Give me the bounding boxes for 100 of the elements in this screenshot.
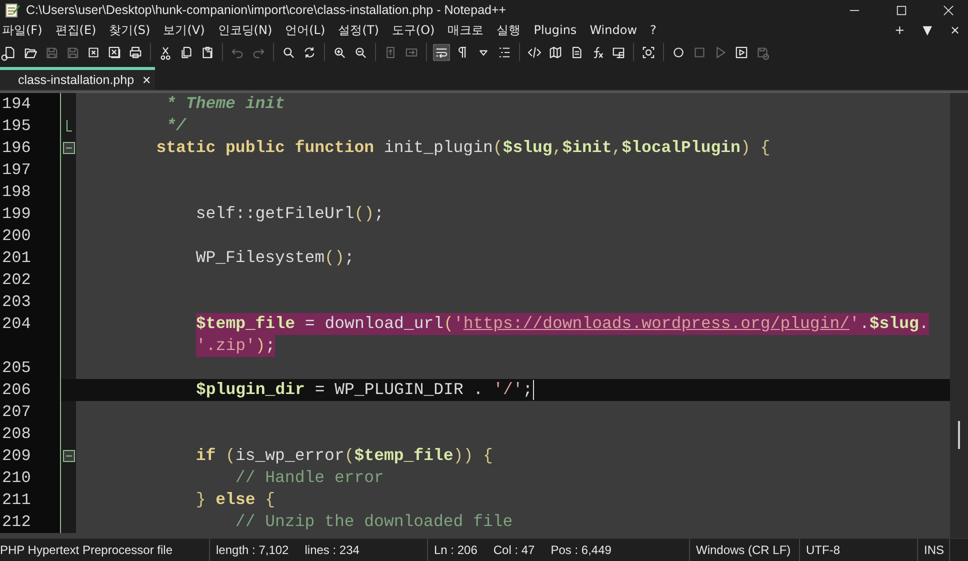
line-number: 198 xyxy=(0,181,60,203)
menu-item[interactable]: 파일(F) xyxy=(2,22,42,38)
code-token: else xyxy=(214,489,256,511)
fold-toggle-icon[interactable] xyxy=(62,450,74,462)
line-number: 205 xyxy=(0,357,60,379)
menu-item[interactable]: 매크로 xyxy=(448,22,484,38)
menu-control[interactable]: + xyxy=(894,23,905,37)
code-token: '/' xyxy=(493,379,523,401)
code-token: '.zip' xyxy=(196,335,256,357)
line-number: 207 xyxy=(0,401,60,423)
code-token: $slug xyxy=(869,313,919,335)
code-token: self::getFileUrl xyxy=(194,203,354,225)
code-token: )) { xyxy=(453,445,493,467)
code-token: ( xyxy=(344,445,354,467)
code-token: $slug xyxy=(502,137,552,159)
code-token: } xyxy=(194,489,206,511)
code-token: ' xyxy=(453,313,464,335)
code-token: $init xyxy=(562,137,612,159)
code-token: = download_url xyxy=(295,313,444,335)
code-token: , xyxy=(552,137,562,159)
code-token: static public function xyxy=(155,137,374,159)
status-text: Pos : 6,449 xyxy=(550,543,612,557)
menu-item[interactable]: ? xyxy=(650,23,656,37)
code-token: $plugin_dir xyxy=(196,379,305,401)
status-text: Ln : 206 xyxy=(434,543,478,557)
code-token: ( xyxy=(492,137,503,159)
line-number: 199 xyxy=(0,203,60,225)
line-number: 200 xyxy=(0,225,60,247)
code-comment: // Unzip the downloaded file xyxy=(234,511,513,533)
code-token: ( xyxy=(224,445,236,467)
word-wrap-icon[interactable] xyxy=(433,44,450,60)
line-number: 197 xyxy=(0,159,60,181)
menu-item[interactable]: 찾기(S) xyxy=(109,22,150,38)
code-token: () xyxy=(324,247,344,269)
menu-control[interactable]: ▼ xyxy=(922,23,932,37)
code-token: $temp_file xyxy=(196,313,296,335)
menu-item[interactable]: 도구(O) xyxy=(392,22,435,38)
code-token: ( xyxy=(444,313,454,335)
close-icon[interactable] xyxy=(943,4,954,16)
code-token: ; xyxy=(265,335,276,357)
line-number: 203 xyxy=(0,291,60,313)
code-token: $localPlugin xyxy=(622,137,740,159)
menu-item[interactable]: Window xyxy=(590,23,638,37)
line-number: 202 xyxy=(0,269,60,291)
line-number: 204 xyxy=(0,313,60,335)
line-number: 206 xyxy=(0,379,60,401)
menu-control[interactable]: × xyxy=(950,23,960,37)
menu-item[interactable]: 실행 xyxy=(496,22,521,38)
vertical-scrollbar[interactable] xyxy=(950,93,968,538)
line-number: 196 xyxy=(0,137,60,159)
window-title: C:\Users\user\Desktop\hunk-companion\import\core\class-installation.php - Notepad++ xyxy=(26,3,508,17)
line-number: 212 xyxy=(0,511,60,533)
scrollbar-thumb[interactable] xyxy=(958,421,960,449)
code-token: ; xyxy=(522,379,533,401)
menu-item[interactable]: 언어(L) xyxy=(285,22,326,38)
line-number: 208 xyxy=(0,423,60,445)
line-number: 209 xyxy=(0,445,60,467)
status-text: PHP Hypertext Preprocessor file xyxy=(0,543,173,557)
code-token: $temp_file xyxy=(354,445,454,467)
code-token: init_plugin xyxy=(382,137,493,159)
code-token: ' xyxy=(850,313,860,335)
code-token: = WP_PLUGIN_DIR . xyxy=(314,379,484,401)
code-token: ) { xyxy=(740,137,770,159)
code-token: ) xyxy=(255,335,266,357)
menu-item[interactable]: 인코딩(N) xyxy=(218,22,272,38)
code-token: . xyxy=(918,313,929,335)
code-token: . xyxy=(859,313,870,335)
code-token: () xyxy=(354,203,374,225)
status-text: Col : 47 xyxy=(493,543,535,557)
line-number: 195 xyxy=(0,115,60,137)
fold-end-icon xyxy=(66,120,72,132)
menu-item[interactable]: Plugins xyxy=(534,23,577,37)
code-token: if xyxy=(194,445,216,467)
code-comment: */ xyxy=(165,115,186,137)
status-text: Windows (CR LF) xyxy=(696,543,791,557)
status-text: INS xyxy=(924,543,944,557)
code-comment: * Theme init xyxy=(165,93,285,115)
code-token: WP_Filesystem xyxy=(194,247,325,269)
fold-toggle-icon[interactable] xyxy=(62,142,74,154)
code-token: ; xyxy=(344,247,354,269)
menu-item[interactable]: 보기(V) xyxy=(163,22,205,38)
code-url: https://downloads.wordpress.org/plugin/ xyxy=(463,313,850,335)
code-token: is_wp_error xyxy=(235,445,344,467)
code-comment: // Handle error xyxy=(234,467,384,489)
notepad-icon xyxy=(4,2,20,18)
menu-item[interactable]: 설정(T) xyxy=(338,22,379,38)
tab-close-button[interactable]: ✕ xyxy=(142,74,152,86)
status-text: lines : 234 xyxy=(304,543,360,557)
maximize-icon[interactable] xyxy=(896,4,907,16)
line-number: 210 xyxy=(0,467,60,489)
code-token: { xyxy=(264,489,276,511)
code-token: ; xyxy=(374,203,384,225)
code-token: , xyxy=(612,137,622,159)
file-tab[interactable]: class-installation.php ✕ xyxy=(0,67,156,90)
status-text: length : 7,102 xyxy=(216,543,289,557)
status-text: UTF-8 xyxy=(806,543,840,557)
menu-item[interactable]: 편집(E) xyxy=(55,22,96,38)
line-number: 194 xyxy=(0,93,60,115)
line-number: 201 xyxy=(0,247,60,269)
line-number: 211 xyxy=(0,489,60,511)
